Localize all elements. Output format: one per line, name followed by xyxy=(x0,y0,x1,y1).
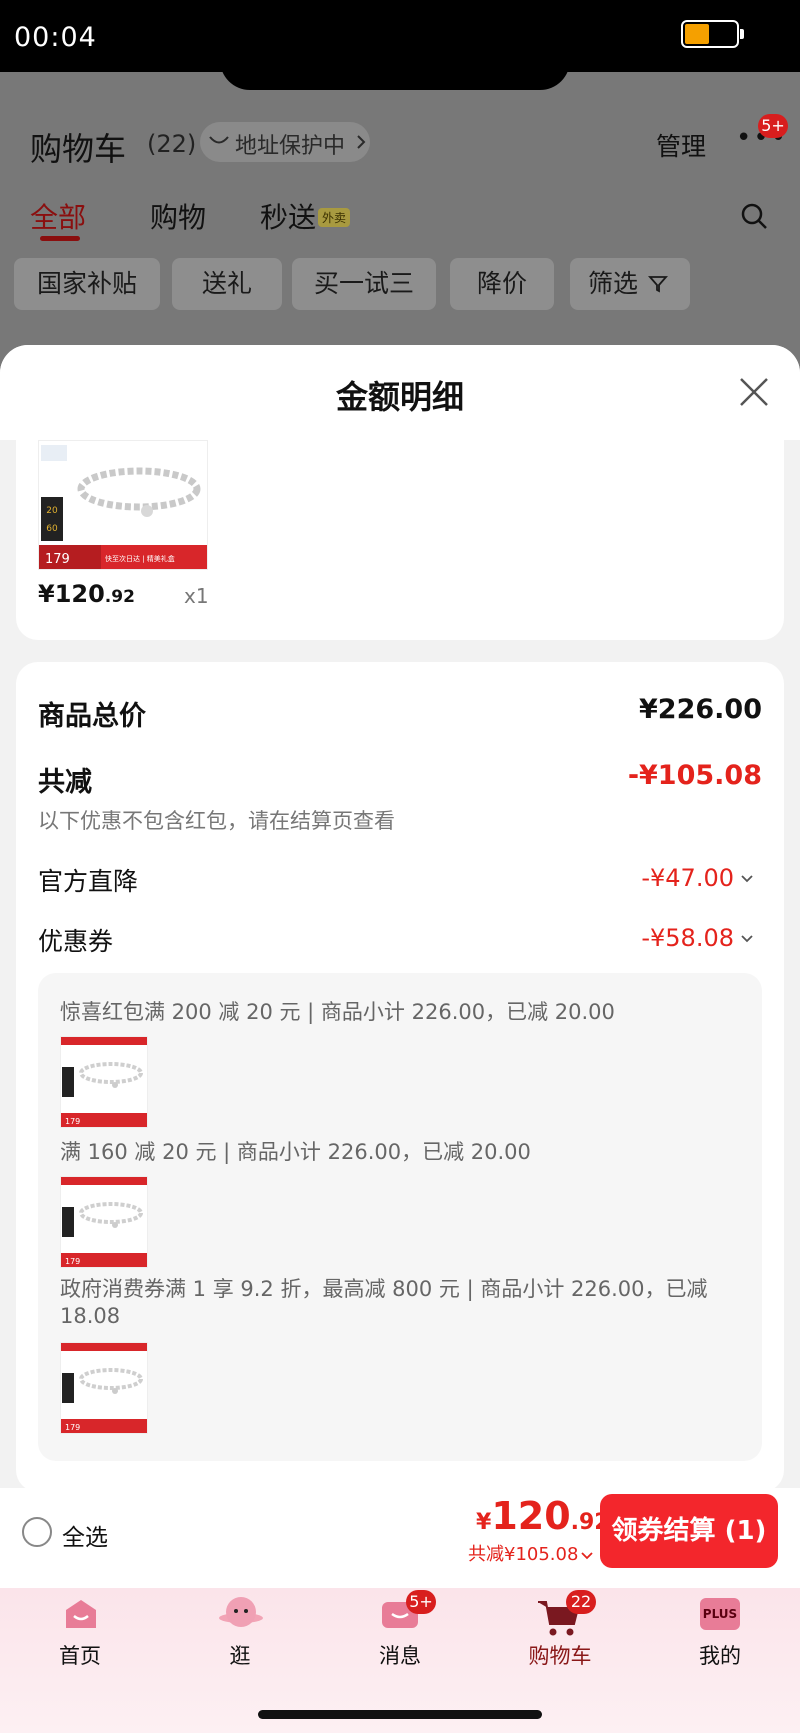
coupon-line-3: 政府消费券满 1 享 9.2 折，最高减 800 元 | 商品小计 226.00… xyxy=(60,1277,708,1328)
address-protect-label: 地址保护中 xyxy=(235,134,346,159)
sheet-title: 金额明细 xyxy=(335,378,464,416)
thumb-price: 179 xyxy=(65,1117,80,1126)
tabbar-label: 购物车 xyxy=(528,1644,592,1668)
plus-member-icon: PLUS xyxy=(700,1598,740,1630)
filter-label: 降价 xyxy=(476,269,527,298)
manage-button[interactable]: 管理 xyxy=(656,127,706,163)
coupon-product-thumb-2: 179 xyxy=(60,1176,148,1268)
bracelet-thumb: 179 xyxy=(61,1343,147,1433)
explore-icon xyxy=(219,1597,263,1627)
product-price-dec: .92 xyxy=(104,587,135,607)
tabbar-label: 消息 xyxy=(379,1644,421,1668)
goods-total-label: 商品总价 xyxy=(38,701,146,732)
tab-all[interactable]: 全部 xyxy=(30,196,86,236)
cart-count: (22) xyxy=(147,130,197,158)
chevron-down-icon[interactable] xyxy=(740,874,754,884)
filter-chip-gift[interactable]: 送礼 xyxy=(172,258,282,310)
bracelet-image: 20 60 179 快至次日达 | 精美礼盒 xyxy=(39,441,207,569)
tabbar-label: 逛 xyxy=(229,1644,251,1668)
coupon-line-2: 满 160 减 20 元 | 商品小计 226.00，已减 20.00 xyxy=(60,1140,531,1164)
chevron-right-icon xyxy=(357,135,366,149)
dynamic-island xyxy=(220,60,570,90)
product-price-int: ¥120 xyxy=(38,580,105,608)
thumb-price: 179 xyxy=(65,1257,80,1266)
checkout-button[interactable]: 领券结算 (1) xyxy=(600,1494,778,1568)
goods-total-value: ¥226.00 xyxy=(639,694,762,725)
product-image[interactable]: 20 60 179 快至次日达 | 精美礼盒 xyxy=(38,440,208,570)
bracelet-thumb: 179 xyxy=(61,1037,147,1127)
coupon-product-thumb-3: 179 xyxy=(60,1342,148,1434)
coupon-label: 优惠券 xyxy=(38,927,114,956)
total-int: 120 xyxy=(491,1494,571,1538)
takeout-tag: 外卖 xyxy=(318,208,351,227)
filter-chip-try[interactable]: 买一试三 xyxy=(292,258,436,310)
filter-chip-price-drop[interactable]: 降价 xyxy=(450,258,554,310)
product-price: ¥120.92 xyxy=(38,580,135,608)
official-discount-value[interactable]: -¥47.00 xyxy=(560,864,734,892)
status-time: 00:04 xyxy=(14,22,97,53)
thumb-price: 179 xyxy=(45,552,70,567)
filter-chip-filter[interactable]: 筛选 xyxy=(570,258,690,310)
close-icon[interactable] xyxy=(736,374,772,410)
more-badge: 5+ xyxy=(758,114,788,138)
home-indicator xyxy=(258,1710,542,1719)
funnel-icon xyxy=(648,276,668,293)
total-price: ¥120.92 xyxy=(476,1494,610,1538)
tab-express[interactable]: 秒送 xyxy=(260,196,316,236)
tabbar-label: 首页 xyxy=(59,1644,101,1668)
chevron-down-icon xyxy=(581,1552,594,1560)
reduce-value: -¥105.08 xyxy=(627,760,762,791)
svg-text:20: 20 xyxy=(46,506,58,516)
total-saved[interactable]: 共减¥105.08 xyxy=(468,1540,594,1566)
svg-text:60: 60 xyxy=(46,524,58,534)
filter-label: 筛选 xyxy=(588,269,639,298)
coupon-line-1: 惊喜红包满 200 减 20 元 | 商品小计 226.00，已减 20.00 xyxy=(60,1000,615,1024)
tabbar-label: 我的 xyxy=(699,1644,741,1668)
bracelet-thumb: 179 xyxy=(61,1177,147,1267)
reduce-label: 共减 xyxy=(38,767,92,798)
shield-icon xyxy=(209,136,229,144)
battery-icon xyxy=(681,20,744,48)
cart-badge: 22 xyxy=(566,1590,596,1614)
thumb-price: 179 xyxy=(65,1423,80,1432)
select-all-checkbox[interactable] xyxy=(22,1517,52,1547)
thumb-banner: 快至次日达 | 精美礼盒 xyxy=(105,554,175,563)
tab-shopping[interactable]: 购物 xyxy=(150,196,206,236)
chevron-down-icon[interactable] xyxy=(740,934,754,944)
home-icon xyxy=(66,1600,96,1628)
product-qty: x1 xyxy=(184,584,209,608)
coupon-product-thumb-1: 179 xyxy=(60,1036,148,1128)
select-all-label[interactable]: 全选 xyxy=(62,1518,108,1552)
official-discount-label: 官方直降 xyxy=(38,867,139,896)
coupon-value[interactable]: -¥58.08 xyxy=(560,924,734,952)
message-badge: 5+ xyxy=(406,1590,436,1614)
total-yen: ¥ xyxy=(476,1510,492,1535)
filter-chip-subsidy[interactable]: 国家补贴 xyxy=(14,258,160,310)
discount-note: 以下优惠不包含红包，请在结算页查看 xyxy=(38,809,395,833)
tab-indicator xyxy=(40,236,80,241)
page-title: 购物车 xyxy=(30,130,127,168)
search-icon[interactable] xyxy=(740,202,768,230)
total-saved-text: 共减¥105.08 xyxy=(468,1544,579,1565)
background-overlay[interactable] xyxy=(0,72,800,372)
